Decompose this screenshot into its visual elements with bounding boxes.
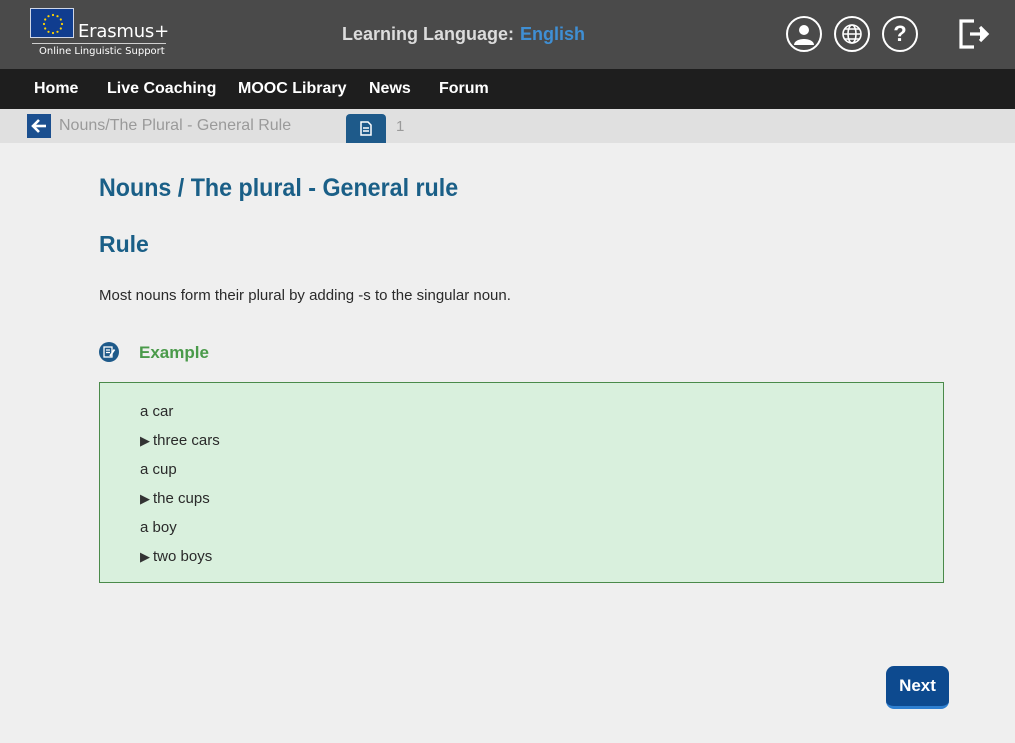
language-label: Learning Language:: [342, 24, 515, 44]
example-line: ▶ two boys: [140, 548, 212, 565]
example-line: a cup: [140, 461, 177, 478]
back-arrow-icon[interactable]: [27, 114, 51, 138]
language-value[interactable]: English: [520, 24, 585, 44]
play-triangle-icon: ▶: [140, 491, 150, 506]
edit-note-icon: [99, 342, 119, 362]
breadcrumb-title: Nouns/The Plural - General Rule: [59, 117, 292, 134]
erasmus-logo[interactable]: Erasmus+ Online Linguistic Support: [30, 8, 170, 60]
logout-icon[interactable]: [956, 17, 990, 51]
logo-divider: [32, 43, 166, 44]
nav-forum[interactable]: Forum: [439, 80, 489, 98]
learning-language: Learning Language: English: [342, 24, 585, 45]
user-icon[interactable]: [786, 16, 822, 52]
play-triangle-icon: ▶: [140, 549, 150, 564]
rule-text: Most nouns form their plural by adding -…: [99, 287, 511, 304]
rule-heading: Rule: [99, 231, 149, 257]
nav-live-coaching[interactable]: Live Coaching: [107, 80, 216, 98]
play-triangle-icon: ▶: [140, 433, 150, 448]
example-text: three cars: [153, 432, 220, 449]
page-title: Nouns / The plural - General rule: [99, 174, 459, 202]
brand-name: Erasmus+: [78, 21, 169, 42]
example-text: a boy: [140, 519, 177, 536]
page-number[interactable]: 1: [396, 118, 404, 135]
document-icon[interactable]: [346, 114, 386, 143]
example-line: a car: [140, 403, 173, 420]
globe-icon[interactable]: [834, 16, 870, 52]
example-text: two boys: [153, 548, 213, 565]
top-header: Erasmus+ Online Linguistic Support Learn…: [0, 0, 1015, 69]
example-text: a car: [140, 403, 174, 420]
example-line: a boy: [140, 519, 177, 536]
help-glyph: ?: [893, 21, 907, 46]
example-text: a cup: [140, 461, 177, 478]
brand-subtitle: Online Linguistic Support: [39, 46, 165, 57]
nav-home[interactable]: Home: [34, 80, 78, 98]
example-line: ▶ three cars: [140, 432, 220, 449]
help-icon[interactable]: ?: [882, 16, 918, 52]
next-button[interactable]: Next: [886, 666, 949, 709]
example-line: ▶ the cups: [140, 490, 210, 507]
eu-flag-icon: [30, 8, 74, 38]
main-nav: Home Live Coaching MOOC Library News For…: [0, 69, 1015, 109]
breadcrumb-bar: Nouns/The Plural - General Rule 1: [0, 109, 1015, 143]
example-text: the cups: [153, 490, 210, 507]
example-box: a car ▶ three cars a cup ▶ the cups a boy …: [99, 382, 944, 583]
nav-mooc-library[interactable]: MOOC Library: [238, 80, 346, 98]
nav-news[interactable]: News: [369, 80, 411, 98]
example-label: Example: [139, 343, 209, 362]
